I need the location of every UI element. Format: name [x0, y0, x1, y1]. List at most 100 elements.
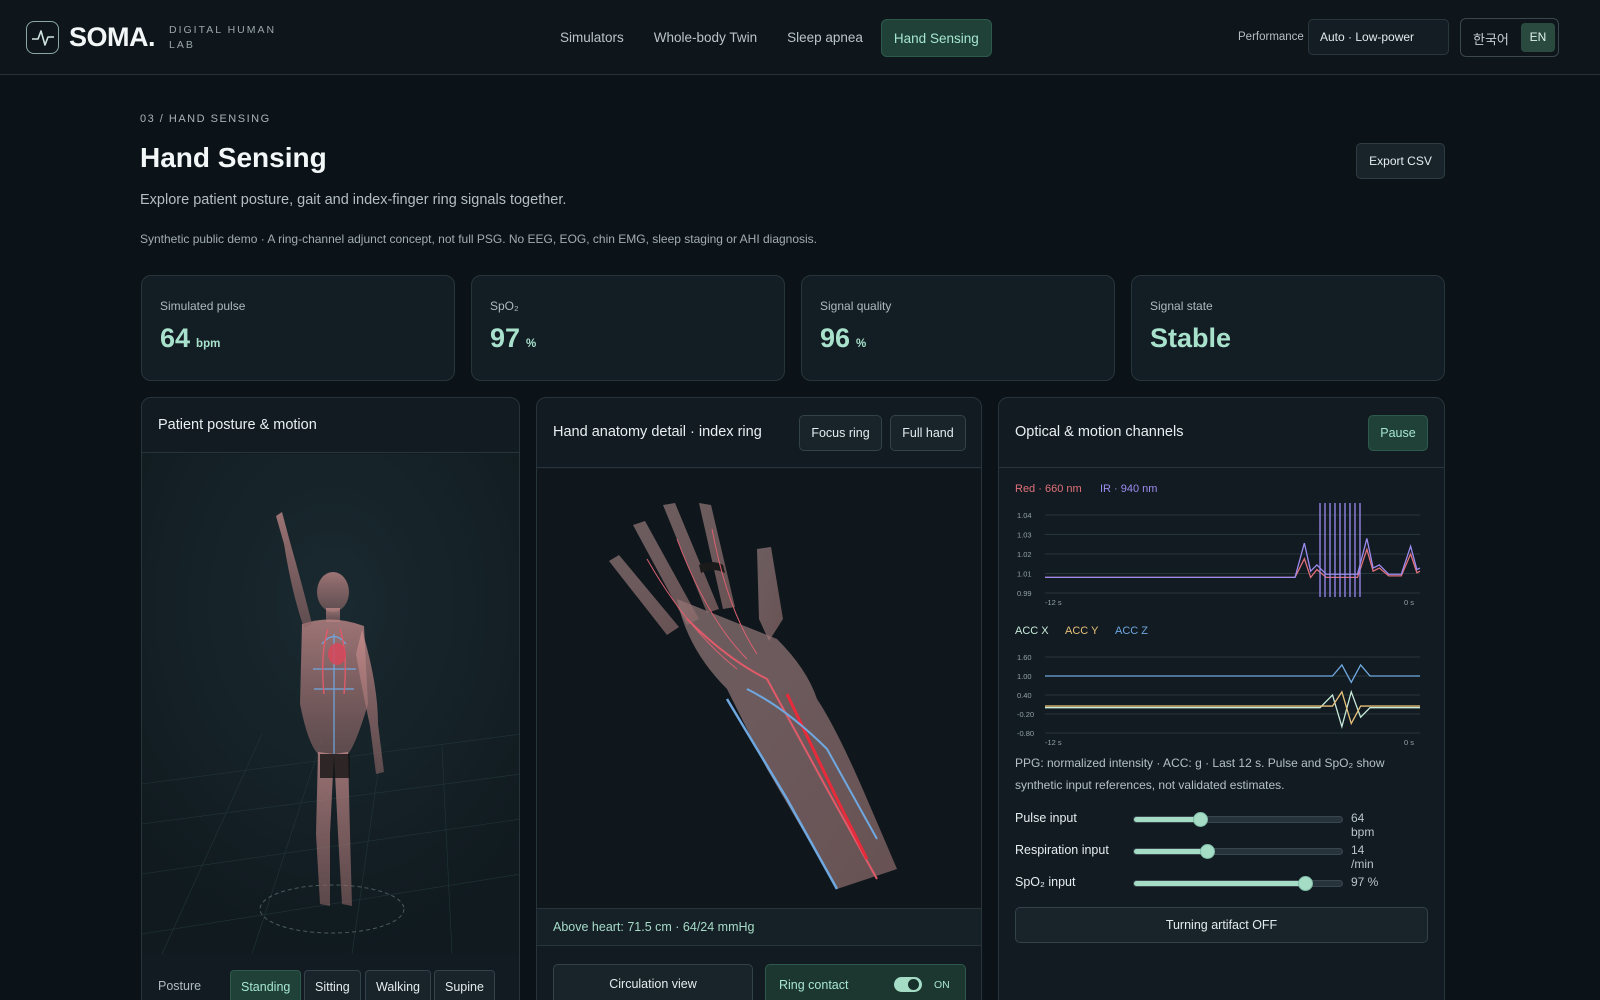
posture-selector: Posture Standing Sitting Walking Supine — [158, 970, 518, 1000]
language-korean-option[interactable]: 한국어 — [1473, 29, 1509, 48]
hand-status-bar: Above heart: 71.5 cm · 64/24 mmHg — [537, 908, 981, 946]
metric-number: 96 — [820, 323, 851, 353]
body-viewport[interactable] — [142, 454, 520, 954]
series-line-0 — [1045, 689, 1420, 730]
metric-value: Stable — [1150, 323, 1232, 353]
slider-value: 14 /min — [1351, 843, 1374, 871]
y-tick-label: 1.03 — [1017, 531, 1032, 540]
hand-panel: Hand anatomy detail · index ring Focus r… — [536, 397, 982, 1000]
slider-thumb[interactable] — [1199, 844, 1215, 859]
hand-panel-header: Hand anatomy detail · index ring Focus r… — [537, 398, 981, 468]
slider-track[interactable] — [1133, 844, 1343, 859]
top-bar: SOMA. DIGITAL HUMAN LAB Simulators Whole… — [0, 0, 1600, 75]
metric-label: SpO₂ — [490, 299, 519, 313]
x-tick-label: 0 s — [1404, 738, 1414, 747]
spo2-input-slider[interactable]: SpO₂ input 97 % — [1015, 873, 1385, 893]
respiration-input-slider[interactable]: Respiration input 14 /min — [1015, 841, 1385, 871]
performance-select[interactable]: Auto · Low-power — [1308, 19, 1449, 55]
pulse-logo-icon[interactable] — [26, 21, 59, 54]
slider-label: SpO₂ input — [1015, 875, 1076, 889]
metric-number: 97 — [490, 323, 521, 353]
x-tick-label: 0 s — [1404, 598, 1414, 607]
metric-value: 96% — [820, 323, 866, 354]
disclaimer-text: Synthetic public demo · A ring-channel a… — [140, 232, 818, 246]
posture-standing-button[interactable]: Standing — [230, 970, 302, 1000]
y-tick-label: 0.40 — [1017, 691, 1032, 700]
metric-value: 97% — [490, 323, 536, 354]
pulse-input-slider[interactable]: Pulse input 64 bpm — [1015, 809, 1385, 839]
channels-panel-title: Optical & motion channels — [1015, 424, 1184, 440]
posture-panel-title: Patient posture & motion — [158, 417, 317, 433]
channels-note: PPG: normalized intensity · ACC: g · Las… — [1015, 756, 1385, 792]
slider-track[interactable] — [1133, 812, 1343, 827]
breadcrumb: 03 / HAND SENSING — [140, 113, 271, 125]
slider-fill — [1134, 849, 1207, 854]
page-subtitle: Explore patient posture, gait and index-… — [140, 192, 567, 208]
posture-sitting-button[interactable]: Sitting — [304, 970, 361, 1000]
metric-card-signal-state: Signal state Stable — [1131, 275, 1445, 381]
pause-button[interactable]: Pause — [1368, 415, 1428, 451]
slider-track[interactable] — [1133, 876, 1343, 891]
brand-subtitle-line1: DIGITAL HUMAN — [169, 24, 277, 36]
nav-hand-sensing[interactable]: Hand Sensing — [880, 19, 992, 57]
metric-value: 64 bpm — [160, 323, 220, 354]
y-tick-label: 1.04 — [1017, 511, 1032, 520]
y-tick-label: -0.20 — [1017, 710, 1034, 719]
posture-walking-button[interactable]: Walking — [365, 970, 431, 1000]
language-toggle: 한국어 EN — [1460, 18, 1559, 57]
legend-ir: IR · 940 nm — [1100, 483, 1158, 495]
language-english-option[interactable]: EN — [1521, 23, 1555, 52]
metric-unit: % — [526, 338, 537, 350]
metric-label: Signal state — [1150, 299, 1213, 313]
slider-value: 97 % — [1351, 875, 1379, 889]
y-tick-label: -0.80 — [1017, 729, 1034, 738]
circulation-view-button[interactable]: Circulation view — [553, 964, 753, 1000]
main-nav: Simulators Whole-body Twin Sleep apnea H… — [548, 19, 992, 57]
metric-card-signal-quality: Signal quality 96% — [801, 275, 1115, 381]
slider-label: Respiration input — [1015, 843, 1109, 857]
acc-chart: 1.60 1.00 0.40 -0.20 -0.80 -12 s 0 s — [1017, 653, 1420, 747]
export-csv-button[interactable]: Export CSV — [1356, 143, 1445, 179]
y-tick-label: 1.60 — [1017, 653, 1032, 662]
nav-simulators[interactable]: Simulators — [548, 19, 636, 57]
metric-label: Simulated pulse — [160, 299, 246, 313]
y-tick-label: 0.99 — [1017, 589, 1032, 598]
posture-supine-button[interactable]: Supine — [434, 970, 495, 1000]
slider-thumb[interactable] — [1298, 876, 1314, 891]
x-tick-label: -12 s — [1045, 738, 1062, 747]
ring-contact-toggle[interactable]: Ring contact ON — [765, 964, 966, 1000]
brand-name[interactable]: SOMA. — [69, 22, 156, 53]
metric-number: 64 — [160, 323, 191, 353]
series-line-2 — [1045, 663, 1420, 684]
height-pressure-readout: Above heart: 71.5 cm · 64/24 mmHg — [553, 920, 755, 934]
performance-label: Performance — [1238, 31, 1304, 43]
metric-label: Signal quality — [820, 299, 892, 313]
slider-fill — [1134, 881, 1305, 886]
metric-card-spo2: SpO₂ 97% — [471, 275, 785, 381]
nav-whole-body-twin[interactable]: Whole-body Twin — [642, 19, 769, 57]
channels-panel-header: Optical & motion channels Pause — [999, 398, 1444, 468]
artifact-toggle-button[interactable]: Turning artifact OFF — [1015, 907, 1428, 943]
hand-viewport[interactable] — [537, 469, 982, 908]
posture-panel: Patient posture & motion Posture Standin… — [141, 397, 520, 1000]
ring-contact-label: Ring contact — [779, 978, 849, 992]
y-tick-label: 1.00 — [1017, 672, 1032, 681]
legend-acc-x: ACC X — [1015, 625, 1049, 637]
ppg-chart: 1.04 1.03 1.02 1.01 0.99 -12 s 0 s — [1017, 503, 1421, 607]
ring-contact-switch[interactable] — [894, 977, 922, 992]
slider-thumb[interactable] — [1193, 812, 1209, 827]
slider-value: 64 bpm — [1351, 811, 1375, 839]
posture-label: Posture — [158, 979, 202, 993]
legend-red: Red · 660 nm — [1015, 483, 1082, 495]
brand-subtitle: DIGITAL HUMAN LAB — [169, 23, 276, 53]
x-tick-label: -12 s — [1045, 598, 1062, 607]
full-hand-button[interactable]: Full hand — [890, 415, 966, 451]
metric-unit: % — [856, 338, 867, 350]
brand-subtitle-line2: LAB — [169, 39, 195, 51]
page-title: Hand Sensing — [140, 142, 327, 173]
nav-sleep-apnea[interactable]: Sleep apnea — [775, 19, 875, 57]
legend-acc-y: ACC Y — [1065, 625, 1099, 637]
y-tick-label: 1.02 — [1017, 550, 1032, 559]
focus-ring-button[interactable]: Focus ring — [799, 415, 882, 451]
slider-label: Pulse input — [1015, 811, 1077, 825]
